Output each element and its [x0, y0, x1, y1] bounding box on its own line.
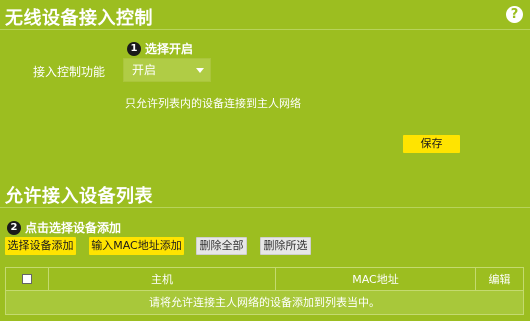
- delete-selected-button[interactable]: 删除所选: [260, 237, 311, 255]
- step-1-label: 选择开启: [145, 42, 194, 56]
- step-2-label: 点击选择设备添加: [25, 221, 122, 235]
- select-device-add-button[interactable]: 选择设备添加: [5, 237, 76, 255]
- select-all-cell: [6, 268, 49, 290]
- access-control-label: 接入控制功能: [33, 65, 106, 79]
- access-control-hint: 只允许列表内的设备连接到主人网络: [125, 97, 301, 110]
- divider: [0, 207, 530, 208]
- select-all-checkbox[interactable]: [22, 274, 32, 284]
- help-icon[interactable]: ?: [506, 6, 523, 23]
- column-mac: MAC地址: [276, 268, 476, 290]
- save-button[interactable]: 保存: [403, 135, 460, 153]
- chevron-down-icon: [196, 68, 204, 73]
- section-title-allowed-devices: 允许接入设备列表: [5, 186, 153, 207]
- table-empty-message: 请将允许连接主人网络的设备添加到列表当中。: [5, 291, 524, 315]
- add-mac-address-button[interactable]: 输入MAC地址添加: [89, 237, 184, 255]
- delete-all-button[interactable]: 删除全部: [196, 237, 247, 255]
- column-edit: 编辑: [488, 273, 511, 286]
- step-1: 1 选择开启: [127, 40, 193, 57]
- access-control-select[interactable]: 开启: [123, 58, 211, 82]
- column-host: 主机: [49, 268, 276, 290]
- divider: [0, 29, 530, 30]
- step-number-1: 1: [127, 41, 141, 56]
- section-title-access-control: 无线设备接入控制: [5, 8, 153, 29]
- device-table-header: 主机 MAC地址 编辑: [5, 267, 524, 291]
- step-number-2: 2: [7, 220, 21, 235]
- select-value: 开启: [132, 63, 157, 77]
- step-2: 2 点击选择设备添加: [7, 219, 121, 236]
